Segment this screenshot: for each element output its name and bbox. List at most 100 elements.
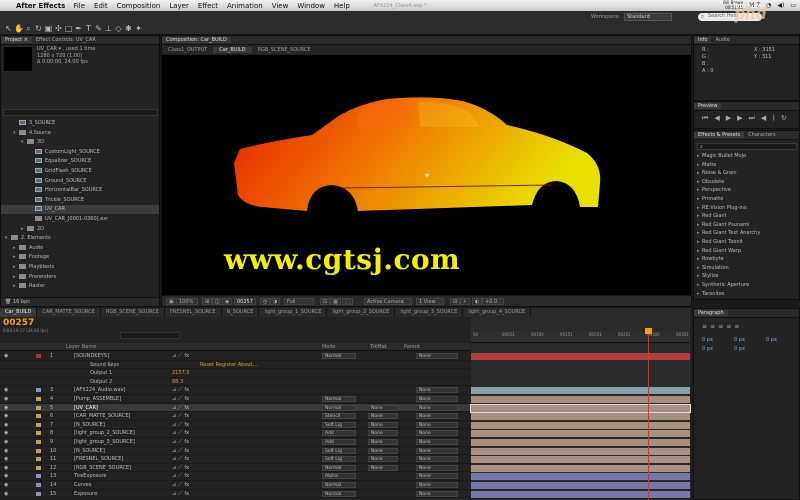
exposure-value[interactable]: +0.0 xyxy=(482,298,504,305)
visibility-eye-icon[interactable]: ◉ xyxy=(4,472,8,481)
tab-paragraph[interactable]: Paragraph xyxy=(694,310,728,316)
visibility-eye-icon[interactable]: ◉ xyxy=(4,455,8,464)
effects-search-input[interactable]: ⌕ xyxy=(697,143,797,150)
label-color-swatch[interactable] xyxy=(36,414,41,419)
volume-icon[interactable]: ◀) xyxy=(777,2,784,9)
mute-icon[interactable]: ◀) xyxy=(761,114,781,122)
layer-row[interactable]: ◉ 13 TireExposure ⊿ ／ fx Alpha None xyxy=(0,472,470,481)
timeline-timecode[interactable]: 00257 xyxy=(3,318,34,328)
layer-duration-bar[interactable] xyxy=(471,353,690,360)
mode-select[interactable]: Normal xyxy=(322,396,356,402)
layer-name[interactable]: Sound Keys xyxy=(90,361,119,370)
viewer-timecode[interactable]: 00257 xyxy=(234,298,256,305)
trkmat-select[interactable]: None xyxy=(368,404,398,411)
parent-select[interactable]: None xyxy=(416,387,458,394)
visibility-eye-icon[interactable]: ◉ xyxy=(4,490,8,499)
trkmat-select[interactable]: None xyxy=(368,456,398,463)
project-item[interactable]: ▸ Footage xyxy=(1,253,159,262)
layer-row[interactable]: ◉ 4 [Pump_ASSEMBLE] ⊿ ／ fx Normal None xyxy=(0,395,470,404)
parent-select[interactable]: None xyxy=(416,490,458,497)
shy-switch-icon[interactable]: ⊿ ／ fx xyxy=(172,386,189,395)
trkmat-select[interactable]: None xyxy=(368,447,398,454)
play-icon[interactable]: ▶ xyxy=(726,114,737,122)
trkmat-select[interactable]: None xyxy=(368,421,398,428)
mode-select[interactable]: Alpha xyxy=(322,473,356,480)
visibility-eye-icon[interactable]: ◉ xyxy=(4,421,8,430)
project-item[interactable]: Ground_SOURCE xyxy=(1,177,159,186)
layer-name[interactable]: [light_group_3_SOURCE] xyxy=(74,438,135,447)
label-color-swatch[interactable] xyxy=(36,491,41,496)
loop-icon[interactable]: ↻ xyxy=(781,114,793,122)
time-ruler[interactable]: 00 00051 00100 00151 00201 00251 00300 00351 xyxy=(471,331,690,343)
parent-select[interactable]: None xyxy=(416,396,458,402)
header-mode[interactable]: Mode xyxy=(322,344,336,350)
tab-audio[interactable]: Audio xyxy=(711,37,733,43)
timeline-tab[interactable]: light_group_2_SOURCE xyxy=(327,308,396,317)
rectangle-tool-icon[interactable]: □ xyxy=(64,24,73,33)
project-item[interactable]: Equalizer_SOURCE xyxy=(1,157,159,166)
project-item[interactable]: Trickle_SOURCE xyxy=(1,196,159,205)
layer-duration-bar[interactable] xyxy=(471,387,690,395)
project-item[interactable]: GridFlash_SOURCE xyxy=(1,167,159,176)
parent-select[interactable]: None xyxy=(416,404,458,411)
effects-category[interactable]: ▸ Red Giant Toonit xyxy=(697,239,743,245)
layer-duration-bar[interactable] xyxy=(471,473,690,481)
visibility-eye-icon[interactable]: ◉ xyxy=(4,352,8,361)
shy-switch-icon[interactable]: ⊿ ／ fx xyxy=(172,404,189,413)
effects-category[interactable]: ▸ Taronites xyxy=(697,291,725,297)
layer-name[interactable]: Exposure xyxy=(74,490,97,499)
layer-row[interactable]: ◉ 7 [N_SOURCE] ⊿ ／ fx Soft Lig None None xyxy=(0,421,470,430)
trkmat-select[interactable]: None xyxy=(368,413,398,420)
project-item[interactable]: UV_CAR_[0001-0360].exr xyxy=(1,215,159,224)
mode-select[interactable]: Normal xyxy=(322,464,356,471)
tab-effect-controls[interactable]: Effect Controls: UV_CAR xyxy=(32,37,100,43)
first-frame-icon[interactable]: ⏮ xyxy=(702,114,714,122)
menu-item-composition[interactable]: Composition xyxy=(117,2,161,10)
label-color-swatch[interactable] xyxy=(36,483,41,487)
grid-icon[interactable]: ⊞ xyxy=(202,298,213,305)
effects-category[interactable]: ▸ Rowbyte xyxy=(697,256,724,262)
tab-composition[interactable]: Composition: Car_BUILD xyxy=(162,37,231,43)
label-color-swatch[interactable] xyxy=(36,431,41,436)
menu-item-layer[interactable]: Layer xyxy=(169,2,189,10)
parent-select[interactable]: None xyxy=(416,421,458,428)
parent-select[interactable]: None xyxy=(416,482,458,488)
effects-category[interactable]: ▸ Red Giant xyxy=(697,213,727,219)
layer-row[interactable]: ◉ 6 [CAR_MATTE_SOURCE] ⊿ ／ fx Stencil None Non… xyxy=(0,412,470,421)
timeline-tab[interactable]: light_group_3_SOURCE xyxy=(395,308,464,317)
parent-select[interactable]: None xyxy=(416,456,458,463)
property-value[interactable]: 2157.5 xyxy=(172,369,190,378)
last-frame-icon[interactable]: ⏭ xyxy=(748,114,760,122)
mode-select[interactable]: Normal xyxy=(322,353,356,359)
label-color-swatch[interactable] xyxy=(36,354,41,358)
header-trkmat[interactable]: TrkMat xyxy=(370,344,387,350)
layer-name[interactable]: [SOUNDKEYS] xyxy=(74,352,109,361)
effects-category[interactable]: ▸ Primatte xyxy=(697,196,723,202)
toggle-pixel-icon[interactable]: ⊟ xyxy=(450,298,461,305)
effect-buttons[interactable]: Reset Register About... xyxy=(200,361,257,370)
mode-select[interactable]: Soft Lig xyxy=(322,421,356,428)
shy-switch-icon[interactable]: ⊿ ／ fx xyxy=(172,481,189,490)
parent-select[interactable]: None xyxy=(416,439,458,445)
layer-row[interactable]: ◉ 1 [SOUNDKEYS] ⊿ ／ fx Normal None xyxy=(0,352,470,361)
shy-switch-icon[interactable]: ⊿ ／ fx xyxy=(172,447,189,456)
project-item[interactable]: ▾ 4.Source xyxy=(1,129,159,138)
align-left-icon[interactable]: ≡ xyxy=(702,323,710,330)
tab-info[interactable]: Info xyxy=(694,37,712,43)
layer-name[interactable]: [light_group_2_SOURCE] xyxy=(74,429,135,438)
layer-duration-bar[interactable] xyxy=(471,464,690,472)
shy-switch-icon[interactable]: ⊿ ／ fx xyxy=(172,438,189,447)
project-item[interactable]: ▾ 2. Elements xyxy=(1,234,159,243)
effects-category[interactable]: ▸ Red Giant Psunami xyxy=(697,222,749,228)
timeline-tab[interactable]: FRESNEL_SOURCE xyxy=(165,308,222,317)
parent-select[interactable]: None xyxy=(416,464,458,471)
layer-duration-bar[interactable] xyxy=(471,430,690,438)
menu-item-view[interactable]: View xyxy=(272,2,289,10)
camera-select[interactable]: Active Camera xyxy=(364,298,412,305)
layer-duration-bar[interactable] xyxy=(471,439,690,446)
parent-select[interactable]: None xyxy=(416,473,458,480)
label-color-swatch[interactable] xyxy=(36,422,41,427)
timeline-tab[interactable]: RGB_SCENE_SOURCE xyxy=(101,308,166,317)
brush-tool-icon[interactable]: ✎ xyxy=(94,24,103,33)
comp-tab-rgb-scene[interactable]: RGB_SCENE_SOURCE xyxy=(252,47,317,53)
